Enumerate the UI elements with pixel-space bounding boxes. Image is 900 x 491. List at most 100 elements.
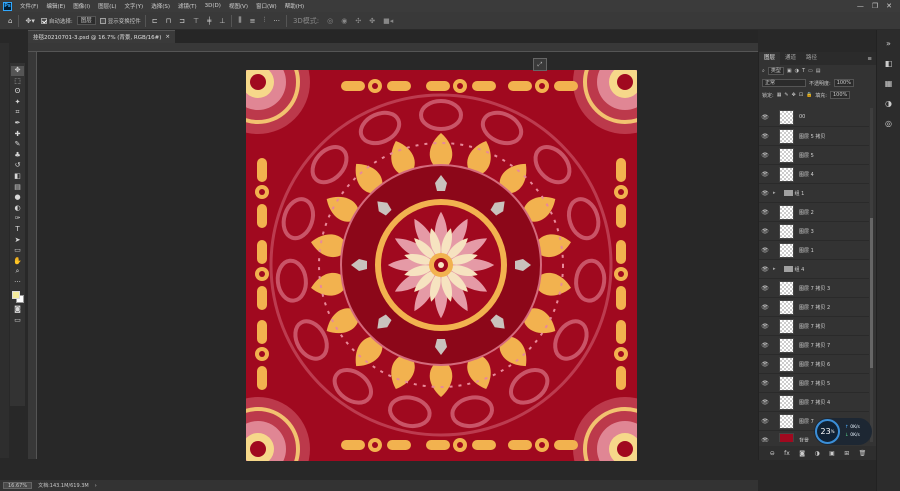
layer-row[interactable]: 👁 图层 4 [759, 165, 869, 184]
link-layers-icon[interactable]: ⊖ [770, 450, 775, 457]
lock-transparent-icon[interactable]: ▦ [777, 92, 782, 98]
filter-smart-icon[interactable]: ▤ [816, 68, 821, 74]
panel-menu-icon[interactable]: ≡ [867, 56, 876, 62]
filter-shape-icon[interactable]: ▭ [808, 68, 813, 74]
tab-channels[interactable]: 通道 [780, 52, 801, 65]
eyedropper-tool[interactable]: ✒ [11, 119, 24, 129]
layer-group-row[interactable]: 👁 ▸ 组 4 [759, 260, 869, 279]
libraries-icon[interactable]: ◎ [882, 118, 895, 130]
path-selection-tool[interactable]: ➤ [11, 236, 24, 246]
menu-layer[interactable]: 图层(L) [94, 2, 120, 10]
visibility-eye-icon[interactable]: 👁 [759, 361, 771, 368]
more-options-icon[interactable]: ··· [271, 17, 282, 25]
visibility-eye-icon[interactable]: 👁 [759, 209, 771, 216]
zoom-tool[interactable]: ⌕ [11, 267, 24, 277]
pen-tool[interactable]: ✑ [11, 214, 24, 224]
lasso-tool[interactable]: ʘ [11, 87, 24, 97]
document-info[interactable]: 文档:143.1M/619.3M [38, 482, 89, 489]
gradient-tool[interactable]: ▤ [11, 183, 24, 193]
visibility-eye-icon[interactable]: 👁 [759, 190, 771, 197]
align-right-icon[interactable]: ⊐ [177, 17, 187, 25]
filter-pixel-icon[interactable]: ▣ [787, 68, 792, 74]
align-left-icon[interactable]: ⊏ [150, 17, 160, 25]
home-icon[interactable]: ⌂ [6, 17, 14, 25]
move-tool-preset-icon[interactable]: ✥▾ [23, 17, 36, 25]
menu-3d[interactable]: 3D(D) [201, 3, 225, 9]
align-middle-icon[interactable]: ╪ [205, 17, 213, 25]
document-canvas[interactable] [246, 70, 637, 461]
auto-select-checkbox[interactable] [40, 17, 47, 24]
clone-stamp-tool[interactable]: ♣ [11, 151, 24, 161]
layer-row[interactable]: 👁 图层 7 拷贝 7 [759, 336, 869, 355]
align-center-icon[interactable]: ⊓ [164, 17, 173, 25]
visibility-eye-icon[interactable]: 👁 [759, 399, 771, 406]
menu-view[interactable]: 视图(V) [225, 2, 252, 10]
new-layer-icon[interactable]: ⊞ [844, 450, 849, 457]
3d-pan-icon[interactable]: ✣ [353, 17, 363, 25]
rectangle-tool[interactable]: ▭ [11, 246, 24, 256]
auto-select-target-dropdown[interactable]: 图层 [76, 16, 96, 25]
brush-tool[interactable]: ✎ [11, 140, 24, 150]
layer-list-scrollbar[interactable] [870, 108, 873, 442]
healing-brush-tool[interactable]: ✚ [11, 130, 24, 140]
swatches-icon[interactable]: ▦ [882, 78, 895, 90]
layer-row[interactable]: 👁 图层 7 拷贝 [759, 317, 869, 336]
visibility-eye-icon[interactable]: 👁 [759, 437, 771, 443]
visibility-eye-icon[interactable]: 👁 [759, 133, 771, 140]
restore-button[interactable]: ❐ [872, 2, 878, 10]
3d-slide-icon[interactable]: ✤ [367, 17, 377, 25]
menu-help[interactable]: 帮助(H) [281, 2, 308, 10]
move-tool[interactable]: ✥ [11, 66, 24, 76]
foreground-color-swatch[interactable] [12, 291, 20, 300]
adjustment-layer-icon[interactable]: ◑ [814, 450, 819, 457]
tab-layers[interactable]: 图层 [759, 52, 781, 65]
color-panel-icon[interactable]: ◧ [882, 58, 895, 70]
visibility-eye-icon[interactable]: 👁 [759, 228, 771, 235]
menu-edit[interactable]: 编辑(E) [42, 2, 69, 10]
layer-row[interactable]: 👁 图层 1 [759, 241, 869, 260]
lock-position-icon[interactable]: ✥ [792, 92, 796, 98]
marquee-tool[interactable]: ⬚ [11, 77, 24, 87]
visibility-eye-icon[interactable]: 👁 [759, 342, 771, 349]
status-arrow-icon[interactable]: › [95, 483, 97, 489]
visibility-eye-icon[interactable]: 👁 [759, 380, 771, 387]
layer-filter-dropdown[interactable]: 类型 [767, 67, 784, 75]
panel-expand-icon[interactable]: ⤢ [533, 58, 547, 71]
layer-row[interactable]: 👁 图层 7 拷贝 5 [759, 374, 869, 393]
lock-all-icon[interactable]: 🔒 [806, 92, 812, 98]
align-top-icon[interactable]: ⊤ [191, 17, 201, 25]
color-swatches[interactable] [11, 290, 24, 304]
menu-select[interactable]: 选择(S) [147, 2, 174, 10]
layer-row[interactable]: 👁 图层 7 拷贝 6 [759, 355, 869, 374]
new-group-icon[interactable]: ▣ [829, 450, 835, 457]
blur-tool[interactable]: ● [11, 193, 24, 203]
crop-tool[interactable]: ⌗ [11, 108, 24, 118]
layer-row[interactable]: 👁 图层 7 拷贝 3 [759, 279, 869, 298]
hand-tool[interactable]: ✋ [11, 257, 24, 267]
panel-arrows-icon[interactable]: » [882, 38, 895, 50]
visibility-eye-icon[interactable]: 👁 [759, 247, 771, 254]
layer-row[interactable]: 👁 00 [759, 108, 869, 127]
auto-select-option[interactable]: 自动选择: [40, 17, 73, 25]
type-tool[interactable]: T [11, 225, 24, 235]
show-transform-checkbox[interactable] [99, 17, 106, 24]
distribute-vertical-icon[interactable]: ≡ [248, 17, 258, 25]
menu-file[interactable]: 文件(F) [16, 2, 42, 10]
more-tools-icon[interactable]: ··· [11, 278, 24, 288]
align-bottom-icon[interactable]: ⊥ [217, 17, 227, 25]
menu-filter[interactable]: 滤镜(T) [174, 2, 201, 10]
show-transform-option[interactable]: 显示变换控件 [99, 17, 141, 25]
close-tab-icon[interactable]: × [165, 34, 170, 40]
scrollbar-thumb[interactable] [870, 218, 873, 368]
tab-paths[interactable]: 路径 [801, 52, 822, 65]
visibility-eye-icon[interactable]: 👁 [759, 285, 771, 292]
blend-mode-dropdown[interactable]: 正常 [762, 79, 806, 87]
eraser-tool[interactable]: ◧ [11, 172, 24, 182]
layer-row[interactable]: 👁 图层 7 拷贝 2 [759, 298, 869, 317]
delete-layer-icon[interactable]: 🗑 [859, 450, 867, 457]
document-tab[interactable]: 挂毯20210701-3.psd @ 16.7% (背景, RGB/16#) × [28, 30, 176, 43]
layer-row[interactable]: 👁 图层 3 [759, 222, 869, 241]
layer-row[interactable]: 👁 图层 7 拷贝 4 [759, 393, 869, 412]
network-speed-widget[interactable]: 23% ↑ 0K/s ↓ 0K/s [814, 418, 872, 445]
minimize-button[interactable]: — [857, 2, 864, 10]
